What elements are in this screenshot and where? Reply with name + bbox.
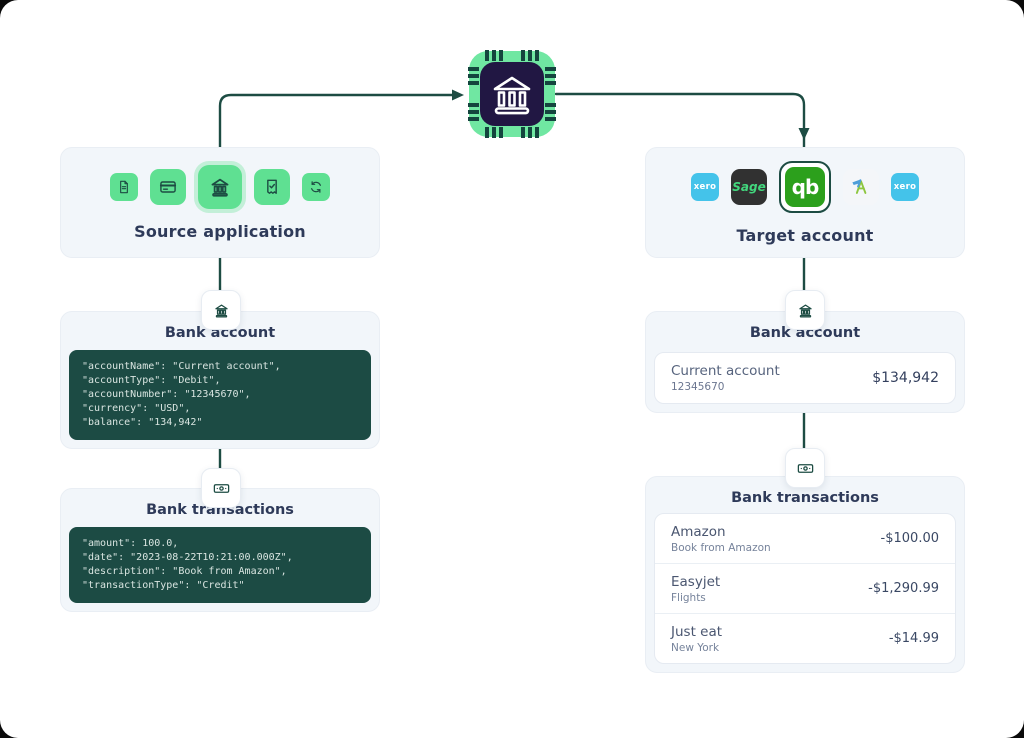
transaction-description: New York [671, 642, 722, 654]
account-number: 12345670 [671, 381, 780, 393]
sync-icon[interactable] [302, 173, 330, 201]
source-bank-account-badge [201, 290, 241, 330]
integration-diagram: Source application xero Sage qb xero [0, 0, 1024, 738]
transactions-list: Amazon Book from Amazon -$100.00 Easyjet… [654, 513, 956, 664]
xero-app-icon[interactable]: xero [691, 173, 719, 201]
banknote-icon [796, 459, 815, 478]
bank-icon-selected[interactable] [198, 165, 242, 209]
target-bank-transactions-card: Bank transactions Amazon Book from Amazo… [645, 476, 965, 673]
account-name: Current account [671, 363, 780, 379]
target-bank-transactions-badge [785, 448, 825, 488]
bank-icon [212, 301, 231, 320]
source-panel-title: Source application [134, 222, 306, 241]
transaction-row: Amazon Book from Amazon -$100.00 [655, 514, 955, 564]
sage-label: Sage [732, 180, 765, 194]
chip-bank-icon [468, 50, 556, 138]
arrowhead-into-chip [452, 90, 464, 101]
transaction-description: Book from Amazon [671, 542, 771, 554]
source-bank-account-card: Bank account "accountName": "Current acc… [60, 311, 380, 449]
transaction-amount: -$1,290.99 [868, 581, 939, 596]
freeagent-app-icon[interactable] [843, 169, 879, 205]
freeagent-logo [850, 176, 872, 198]
transaction-amount: -$14.99 [889, 631, 939, 646]
xero-app-icon[interactable]: xero [891, 173, 919, 201]
bank-icon [796, 301, 815, 320]
target-account-panel: xero Sage qb xero Target account [645, 147, 965, 258]
credit-card-icon[interactable] [150, 169, 186, 205]
bank-account-json: "accountName": "Current account", "accou… [69, 350, 371, 440]
account-row: Current account 12345670 $134,942 [654, 352, 956, 404]
xero-label: xero [894, 182, 916, 192]
target-bank-account-badge [785, 290, 825, 330]
card-title: Bank transactions [654, 489, 956, 507]
quickbooks-logo: qb [785, 167, 825, 207]
quickbooks-app-icon-selected[interactable]: qb [779, 161, 831, 213]
account-balance: $134,942 [872, 370, 939, 386]
transaction-name: Just eat [671, 624, 722, 640]
transaction-row: Easyjet Flights -$1,290.99 [655, 564, 955, 614]
transaction-name: Easyjet [671, 574, 720, 590]
transaction-description: Flights [671, 592, 720, 604]
banknote-icon [212, 479, 231, 498]
bank-transactions-json: "amount": 100.0, "date": "2023-08-22T10:… [69, 527, 371, 603]
xero-label: xero [694, 182, 716, 192]
transaction-name: Amazon [671, 524, 771, 540]
transaction-amount: -$100.00 [881, 531, 939, 546]
sage-app-icon[interactable]: Sage [731, 169, 767, 205]
document-icon[interactable] [110, 173, 138, 201]
arrowhead-into-target [799, 128, 810, 140]
source-bank-transactions-badge [201, 468, 241, 508]
target-panel-title: Target account [736, 226, 873, 245]
transaction-row: Just eat New York -$14.99 [655, 614, 955, 663]
receipt-check-icon[interactable] [254, 169, 290, 205]
target-icon-row: xero Sage qb xero [691, 161, 919, 213]
source-icon-row [110, 165, 330, 209]
source-application-panel: Source application [60, 147, 380, 258]
